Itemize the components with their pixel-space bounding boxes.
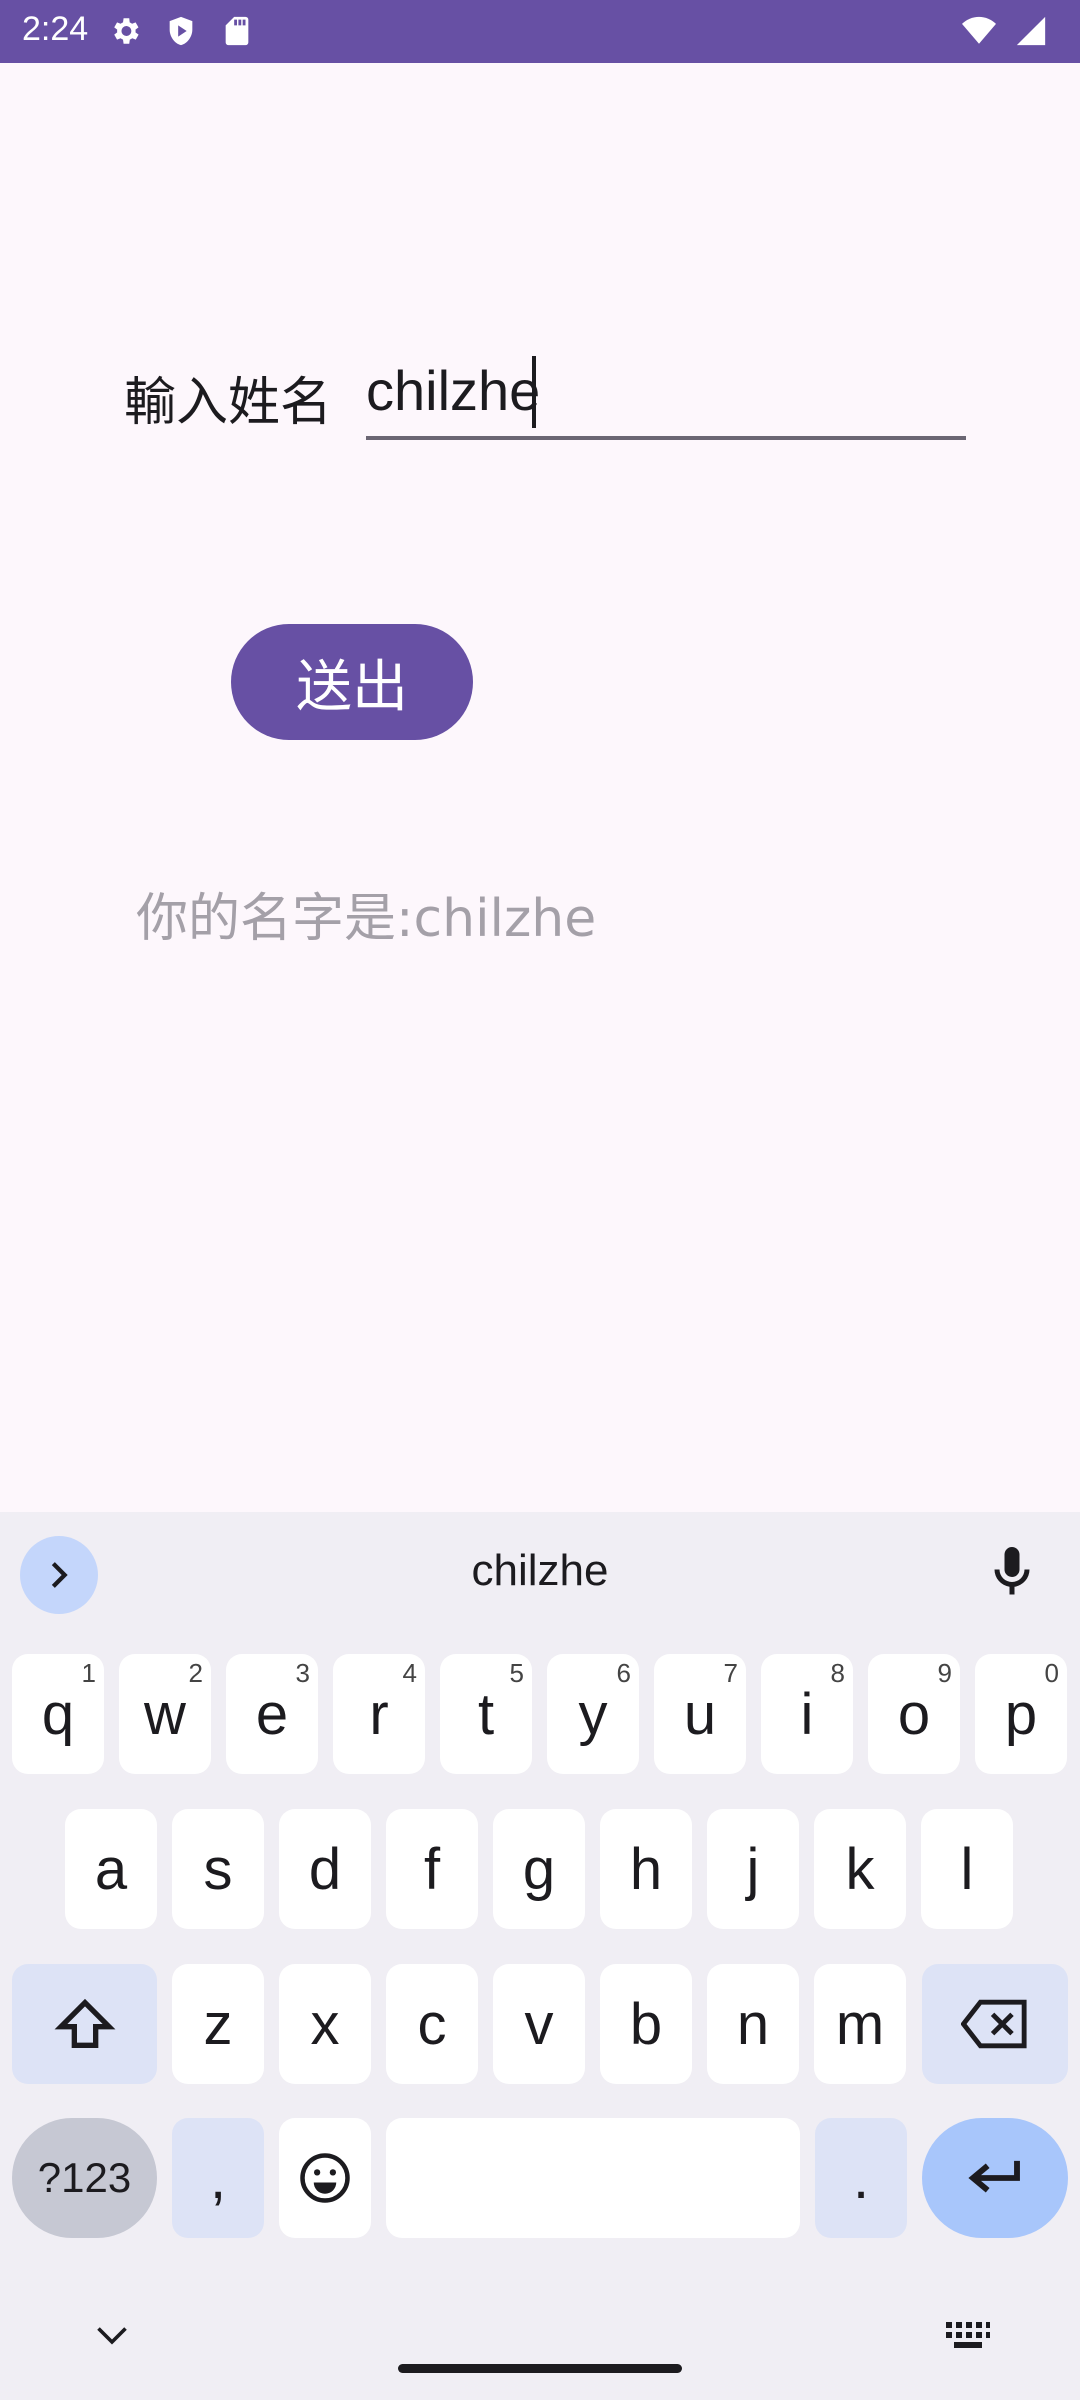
microphone-icon[interactable]: [982, 1542, 1042, 1602]
shield-icon: [169, 16, 193, 46]
home-handle[interactable]: [398, 2364, 682, 2373]
key-v[interactable]: v: [493, 1964, 585, 2084]
key-hint: 2: [188, 1658, 203, 1688]
key-y[interactable]: y6: [547, 1654, 639, 1774]
key-o[interactable]: o9: [868, 1654, 960, 1774]
key-d[interactable]: d: [279, 1809, 371, 1929]
status-time: 2:24: [22, 10, 89, 48]
period-key[interactable]: .: [815, 2118, 907, 2238]
wifi-icon: [962, 16, 996, 44]
send-button[interactable]: 送出: [231, 624, 473, 740]
key-hint: 0: [1044, 1658, 1059, 1688]
emoji-key[interactable]: [279, 2118, 371, 2238]
key-b[interactable]: b: [600, 1964, 692, 2084]
text-cursor: [532, 356, 536, 428]
space-key[interactable]: [386, 2118, 800, 2238]
key-x[interactable]: x: [279, 1964, 371, 2084]
settings-icon: [114, 18, 139, 44]
key-u[interactable]: u7: [654, 1654, 746, 1774]
status-bar: 2:24: [0, 0, 1080, 63]
keyboard-switch-icon[interactable]: [944, 2320, 992, 2352]
key-j[interactable]: j: [707, 1809, 799, 1929]
key-label: w: [144, 1681, 186, 1747]
key-a[interactable]: a: [65, 1809, 157, 1929]
status-icons-right: [962, 14, 1048, 48]
key-hint: 4: [402, 1658, 417, 1688]
key-n[interactable]: n: [707, 1964, 799, 2084]
name-label: 輸入姓名: [124, 373, 333, 433]
enter-icon: [968, 2160, 1020, 2193]
key-label: t: [477, 1681, 495, 1747]
sd-card-icon: [225, 16, 249, 46]
key-hint: 8: [830, 1658, 845, 1688]
key-hint: 7: [723, 1658, 738, 1688]
key-label: r: [369, 1681, 389, 1747]
enter-key[interactable]: [922, 2118, 1068, 2238]
key-i[interactable]: i8: [761, 1654, 853, 1774]
key-f[interactable]: f: [386, 1809, 478, 1929]
soft-keyboard: chilzhe q1w2e3r4t5y6u7i8o9p0 asdfghjkl z…: [0, 1512, 1080, 2400]
key-hint: 5: [509, 1658, 524, 1688]
status-icons-left: [108, 14, 254, 48]
key-label: e: [255, 1681, 289, 1747]
key-label: y: [578, 1681, 608, 1747]
suggestion-bar: chilzhe: [0, 1512, 1080, 1632]
name-input[interactable]: [366, 350, 966, 440]
key-hint: 6: [616, 1658, 631, 1688]
hide-keyboard-icon[interactable]: [94, 2322, 130, 2350]
key-label: q: [41, 1681, 75, 1747]
backspace-icon: [961, 1999, 1027, 2049]
shift-key[interactable]: [12, 1964, 157, 2084]
key-s[interactable]: s: [172, 1809, 264, 1929]
key-m[interactable]: m: [814, 1964, 906, 2084]
key-hint: 1: [81, 1658, 96, 1688]
comma-key[interactable]: ,: [172, 2118, 264, 2238]
key-label: i: [800, 1681, 814, 1747]
word-suggestion[interactable]: chilzhe: [0, 1546, 1080, 1596]
emoji-icon: [300, 2153, 350, 2203]
symbols-key[interactable]: ?123: [12, 2118, 157, 2238]
shift-icon: [54, 1998, 115, 2048]
key-label: p: [1004, 1681, 1038, 1747]
key-label: o: [897, 1681, 931, 1747]
key-z[interactable]: z: [172, 1964, 264, 2084]
key-e[interactable]: e3: [226, 1654, 318, 1774]
key-hint: 3: [295, 1658, 310, 1688]
key-t[interactable]: t5: [440, 1654, 532, 1774]
key-p[interactable]: p0: [975, 1654, 1067, 1774]
result-text: 你的名字是:chilzhe: [136, 889, 597, 949]
key-label: u: [683, 1681, 717, 1747]
key-q[interactable]: q1: [12, 1654, 104, 1774]
signal-icon: [1016, 16, 1046, 46]
key-r[interactable]: r4: [333, 1654, 425, 1774]
backspace-key[interactable]: [922, 1964, 1068, 2084]
key-g[interactable]: g: [493, 1809, 585, 1929]
key-l[interactable]: l: [921, 1809, 1013, 1929]
key-w[interactable]: w2: [119, 1654, 211, 1774]
key-h[interactable]: h: [600, 1809, 692, 1929]
key-k[interactable]: k: [814, 1809, 906, 1929]
key-hint: 9: [937, 1658, 952, 1688]
key-c[interactable]: c: [386, 1964, 478, 2084]
